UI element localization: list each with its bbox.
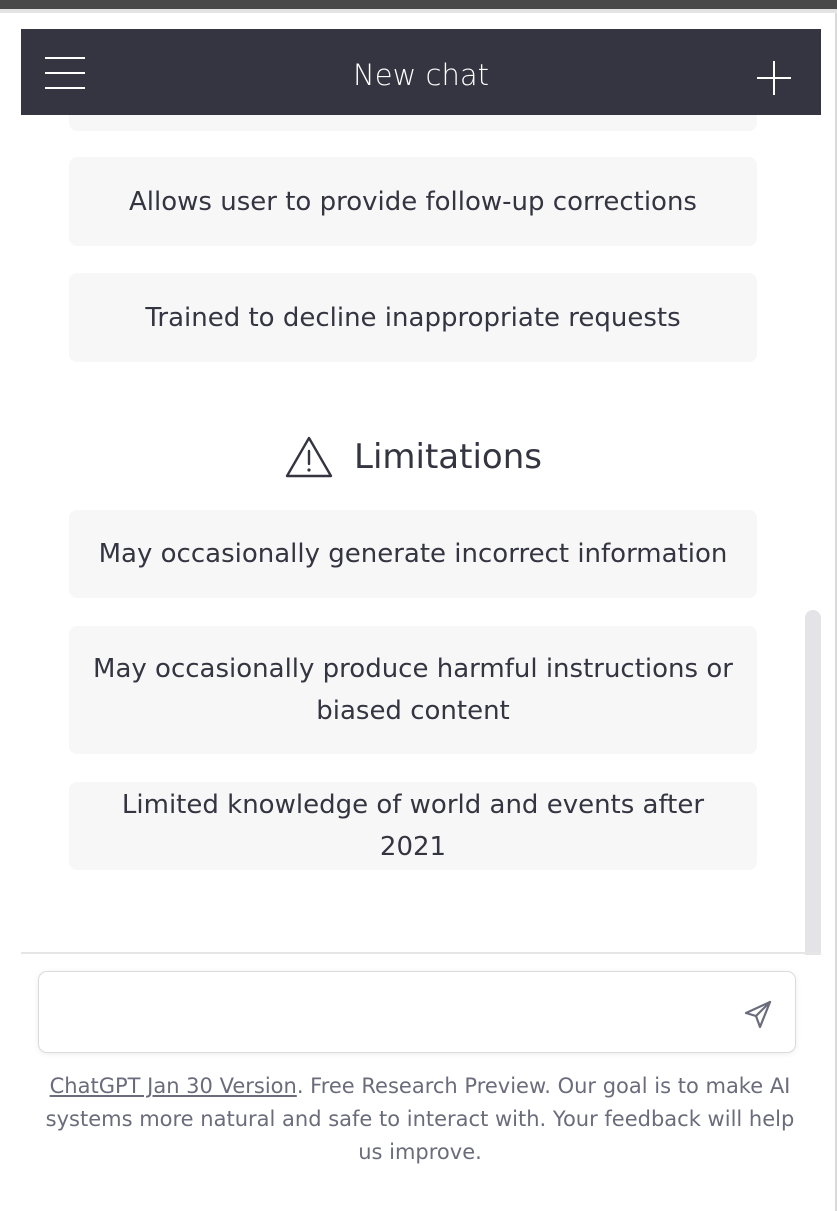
capability-card-partial bbox=[69, 115, 757, 131]
limitation-card[interactable]: Limited knowledge of world and events af… bbox=[69, 782, 757, 870]
version-link[interactable]: ChatGPT Jan 30 Version bbox=[50, 1074, 297, 1098]
new-chat-button[interactable] bbox=[757, 61, 791, 95]
limitation-card[interactable]: May occasionally produce harmful instruc… bbox=[69, 626, 757, 754]
message-composer bbox=[38, 971, 796, 1053]
footer-disclaimer: ChatGPT Jan 30 Version. Free Research Pr… bbox=[40, 1070, 800, 1169]
send-button[interactable] bbox=[741, 997, 775, 1031]
limitation-card[interactable]: May occasionally generate incorrect info… bbox=[69, 510, 757, 598]
limitations-heading: Limitations bbox=[69, 428, 757, 486]
warning-triangle-icon bbox=[285, 436, 333, 478]
top-bar: New chat bbox=[21, 29, 821, 115]
send-icon bbox=[744, 1000, 772, 1029]
page-title: New chat bbox=[353, 58, 489, 92]
composer-divider bbox=[21, 952, 821, 954]
window-top-border bbox=[0, 9, 837, 13]
scrollbar-thumb[interactable] bbox=[805, 610, 821, 955]
limitations-heading-label: Limitations bbox=[354, 437, 542, 477]
capability-card[interactable]: Trained to decline inappropriate request… bbox=[69, 273, 757, 362]
plus-icon bbox=[773, 61, 775, 95]
message-input[interactable] bbox=[57, 996, 731, 1036]
capability-card[interactable]: Allows user to provide follow-up correct… bbox=[69, 157, 757, 246]
